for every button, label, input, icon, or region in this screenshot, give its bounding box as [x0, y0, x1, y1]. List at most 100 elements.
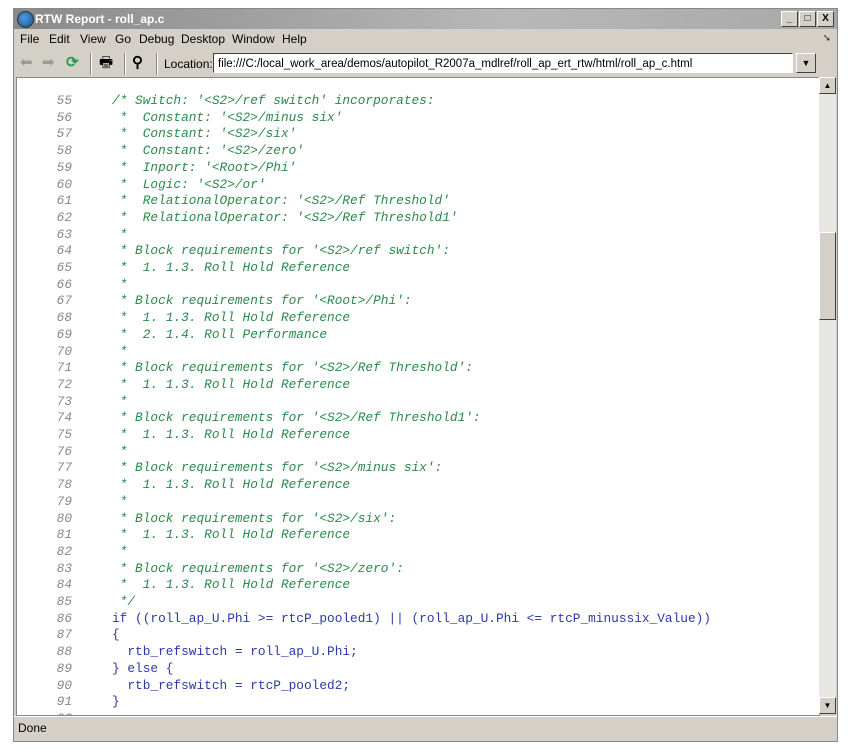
- code-text: {: [112, 627, 120, 643]
- code-text: * RelationalOperator: '<S2>/Ref Threshol…: [112, 193, 450, 209]
- title-bar[interactable]: RTW Report - roll_ap.c _ □ X: [14, 9, 837, 29]
- code-text: }: [112, 694, 120, 710]
- menu-view[interactable]: View: [80, 32, 106, 46]
- line-number: 79: [56, 493, 72, 509]
- browser-window: RTW Report - roll_ap.c _ □ X File Edit V…: [13, 8, 838, 742]
- line-number: 80: [56, 510, 72, 526]
- location-dropdown-button[interactable]: ▼: [796, 53, 816, 73]
- line-number: 68: [56, 310, 72, 326]
- line-number: 82: [56, 543, 72, 559]
- undock-icon[interactable]: ➘: [823, 33, 831, 44]
- code-text: * 1. 1.3. Roll Hold Reference: [112, 376, 351, 392]
- line-number: 73: [56, 393, 72, 409]
- code-text: * 1. 1.3. Roll Hold Reference: [112, 477, 351, 493]
- menu-go[interactable]: Go: [115, 32, 131, 46]
- code-text: * Block requirements for '<S2>/six':: [112, 510, 397, 526]
- source-code-view: 55 /* Switch: '<S2>/ref switch' incorpora…: [16, 77, 820, 716]
- code-text: * 1. 1.3. Roll Hold Reference: [112, 527, 351, 543]
- line-number: 60: [56, 176, 72, 192]
- code-text: rtb_refswitch = rtcP_pooled2;: [112, 677, 351, 693]
- status-text: Done: [18, 721, 47, 735]
- code-text: *: [112, 443, 128, 459]
- code-text: *: [112, 493, 128, 509]
- code-text: /* Switch: '<S2>/ref switch' incorporate…: [112, 93, 435, 108]
- code-text: *: [112, 543, 128, 559]
- code-text: * Block requirements for '<S2>/ref switc…: [112, 243, 450, 259]
- line-number: 61: [56, 193, 72, 209]
- menu-file[interactable]: File: [20, 32, 39, 46]
- line-number: 70: [56, 343, 72, 359]
- line-number: 78: [56, 477, 72, 493]
- line-number: 90: [56, 677, 72, 693]
- line-number: 81: [56, 527, 72, 543]
- line-number: 64: [56, 243, 72, 259]
- code-text: } else {: [112, 660, 174, 676]
- print-icon[interactable]: 🖶: [99, 54, 113, 72]
- code-text: * Constant: '<S2>/minus six': [112, 109, 343, 125]
- refresh-icon[interactable]: ⟳: [66, 54, 79, 72]
- code-text: * 1. 1.3. Roll Hold Reference: [112, 427, 351, 442]
- code-text: * Constant: '<S2>/zero': [112, 143, 304, 159]
- find-binoculars-icon[interactable]: ⚲: [132, 54, 143, 72]
- code-text: * Block requirements for '<Root>/Phi':: [112, 293, 412, 309]
- location-label: Location:: [164, 57, 213, 71]
- scroll-down-button[interactable]: ▼: [819, 697, 836, 714]
- line-number: 76: [56, 443, 72, 459]
- menu-debug[interactable]: Debug: [139, 32, 174, 46]
- code-text: * RelationalOperator: '<S2>/Ref Threshol…: [112, 209, 458, 225]
- code-text: * Block requirements for '<S2>/Ref Thres…: [112, 410, 481, 426]
- line-number: 72: [56, 376, 72, 392]
- line-number: 86: [56, 610, 72, 626]
- scrollbar-thumb[interactable]: [819, 232, 836, 320]
- window-title: RTW Report - roll_ap.c: [35, 12, 165, 26]
- maximize-button[interactable]: □: [799, 11, 816, 27]
- back-arrow-icon[interactable]: ⬅: [20, 54, 33, 72]
- line-number: 91: [56, 694, 72, 710]
- line-number: 74: [56, 410, 72, 426]
- code-text: *: [112, 226, 128, 242]
- menu-help[interactable]: Help: [282, 32, 307, 46]
- menu-edit[interactable]: Edit: [49, 32, 70, 46]
- code-text: * Block requirements for '<S2>/Ref Thres…: [112, 360, 473, 376]
- code-text: * Logic: '<S2>/or': [112, 176, 266, 192]
- status-bar: Done: [14, 716, 837, 739]
- code-text: * 1. 1.3. Roll Hold Reference: [112, 260, 351, 275]
- code-text: * 1. 1.3. Roll Hold Reference: [112, 310, 351, 326]
- line-number: 59: [56, 159, 72, 175]
- line-number: 67: [56, 293, 72, 309]
- line-number: 58: [56, 143, 72, 159]
- line-number: 87: [56, 627, 72, 643]
- globe-icon: [17, 11, 34, 28]
- line-number: 66: [56, 276, 72, 292]
- menu-window[interactable]: Window: [232, 32, 275, 46]
- line-number: 62: [56, 209, 72, 225]
- code-text: * 1. 1.3. Roll Hold Reference: [112, 577, 351, 593]
- minimize-button[interactable]: _: [781, 11, 798, 27]
- line-number: 65: [56, 260, 72, 275]
- forward-arrow-icon[interactable]: ➡: [42, 54, 55, 72]
- code-text: *: [112, 343, 128, 359]
- code-text: * Block requirements for '<S2>/zero':: [112, 560, 404, 576]
- line-number: 57: [56, 126, 72, 142]
- line-number: 55: [56, 93, 72, 108]
- code-text: * Constant: '<S2>/six': [112, 126, 297, 142]
- code-text: if ((roll_ap_U.Phi >= rtcP_pooled1) || (…: [112, 610, 711, 626]
- line-number: 63: [56, 226, 72, 242]
- menu-bar: File Edit View Go Debug Desktop Window H…: [14, 30, 837, 48]
- code-text: */: [112, 594, 136, 609]
- location-input[interactable]: file:///C:/local_work_area/demos/autopil…: [213, 53, 793, 73]
- toolbar: ⬅ ➡ ⟳ 🖶 ⚲ Location: file:///C:/local_wor…: [14, 50, 837, 77]
- vertical-scrollbar[interactable]: ▲ ▼: [819, 77, 836, 714]
- code-text: * 2. 1.4. Roll Performance: [112, 326, 328, 342]
- menu-desktop[interactable]: Desktop: [181, 32, 225, 46]
- line-number: 83: [56, 560, 72, 576]
- code-text: * Block requirements for '<S2>/minus six…: [112, 460, 443, 476]
- line-number: 71: [56, 360, 72, 376]
- code-text: rtb_refswitch = roll_ap_U.Phi;: [112, 644, 358, 660]
- line-number: 88: [56, 644, 72, 660]
- line-number: 84: [56, 577, 72, 593]
- scroll-up-button[interactable]: ▲: [819, 77, 836, 94]
- line-number: 69: [56, 326, 72, 342]
- close-button[interactable]: X: [817, 11, 834, 27]
- line-number: 77: [56, 460, 72, 476]
